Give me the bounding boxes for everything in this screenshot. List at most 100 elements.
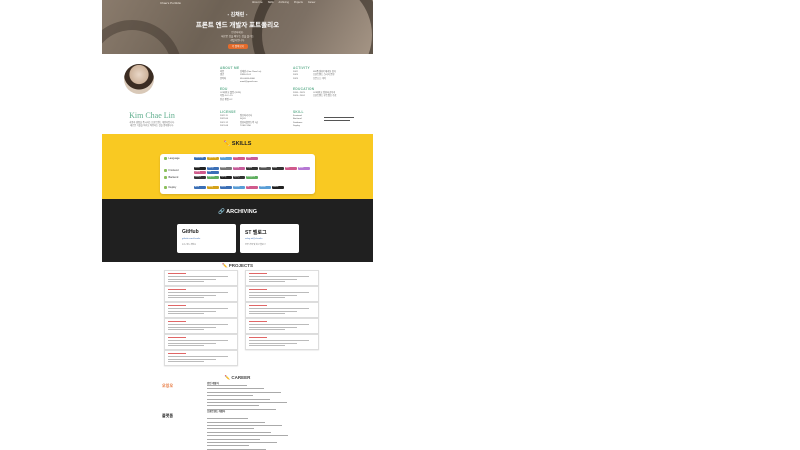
archiving-section: 🔗 ARCHIVING GitHub github.com/chaelin 소스… <box>102 199 373 262</box>
project-card-line <box>168 361 204 362</box>
skill-badge: MongoDB <box>246 176 258 179</box>
career-role: 프론트엔드 개발자 <box>207 410 226 413</box>
hero-description: 안녕하세요. 새로운 것을 배우는 것을 즐기는 개발자입니다. <box>102 31 373 43</box>
career-section: ✏️ CAREER 오잉오 플랫폼 인턴 개발자 프론트엔드 개발자 <box>102 372 373 450</box>
license-heading: LICENSE <box>220 110 236 114</box>
license-row: 2021.08 TOEIC 850 <box>220 125 258 128</box>
skill-badge: Redux <box>220 166 232 170</box>
row-key: 2021.08 <box>220 125 228 128</box>
project-card-line <box>249 276 309 277</box>
project-card-line <box>168 308 228 309</box>
project-card-heading <box>249 289 267 291</box>
about-me-list: 이름 김채린 (Kim Chae Lin) 생년 1999.01.01 연락처 010… <box>220 71 261 85</box>
skill-badge: Spring <box>220 176 232 179</box>
project-card-line <box>168 313 204 314</box>
career-detail-line <box>207 448 266 450</box>
activity-heading: ACTIVITY <box>293 66 310 70</box>
brand-link[interactable]: Chae's Portfolio <box>160 1 181 5</box>
license-list: 2022.11 정보처리기사 2022.06 SQLD 2021.12 컴퓨터활용능력… <box>220 115 258 129</box>
skill-badge: Node.js <box>194 176 206 179</box>
career-detail-line <box>207 438 260 440</box>
top-nav: About me Skills Archiving Projects Caree… <box>252 1 316 4</box>
skill-row: Backend Node.js Express Spring MySQL MongoDB <box>164 176 314 179</box>
profile-intro: 사용자 경험을 중시하는 프론트엔드 개발자입니다. 새로운 기술을 익히고 적… <box>116 122 188 128</box>
career-detail-line <box>207 435 288 436</box>
project-card-line <box>249 324 309 325</box>
skill-badge: Sass <box>272 166 284 170</box>
skill-badge: Vercel <box>220 185 232 189</box>
project-card-line <box>168 276 228 277</box>
career-detail-line <box>207 402 287 403</box>
skill-badge: GitHub <box>259 185 271 189</box>
career-detail-line <box>207 425 282 426</box>
nav-item-skills[interactable]: Skills <box>268 1 274 4</box>
project-card-heading <box>168 305 186 307</box>
hero-tagline: - 김채린 - <box>227 12 248 18</box>
project-card[interactable] <box>164 302 238 318</box>
edu-heading: EDU <box>220 87 228 91</box>
project-card-line <box>249 329 285 330</box>
blog-card[interactable]: ST 벨로그 velog.io/@chaelin 공부 기록 및 회고 블로그 <box>240 224 299 253</box>
blog-url[interactable]: velog.io/@chaelin <box>245 238 262 240</box>
portfolio-page: Chae's Portfolio About me Skills Archivi… <box>102 0 373 450</box>
project-card-line <box>249 313 285 314</box>
project-card-line <box>249 342 297 344</box>
skill-category-label: Backend <box>168 176 179 179</box>
project-card[interactable] <box>164 286 238 302</box>
skill-badge: Vite <box>207 170 219 174</box>
career-detail-line <box>207 405 259 407</box>
project-card[interactable] <box>245 286 319 302</box>
intro-line: 새로운 기술을 익히고 적용하는 것을 좋아합니다. <box>130 125 174 127</box>
education-heading: EDUCATION <box>293 87 315 91</box>
project-card[interactable] <box>164 350 238 366</box>
edu-list: OO대학교 졸업 (2023) 학점 4.0 / 4.5 전공 평점 4.2 <box>220 92 241 102</box>
skill-badge: HTML <box>220 157 232 160</box>
skill-list: Frontend Backend Database Deploy <box>293 115 302 129</box>
project-card[interactable] <box>164 334 238 350</box>
project-card[interactable] <box>245 270 319 286</box>
project-card-line <box>168 340 228 341</box>
hero-title: 프론트 엔드 개발자 포트폴리오 <box>195 22 280 29</box>
edu-row: 전공 평점 4.2 <box>220 98 233 101</box>
skill-category-icon <box>164 168 167 172</box>
skill-row: Frontend React Next.js Redux Recoil Styled Tai… <box>164 166 314 174</box>
project-card-heading <box>168 321 186 323</box>
skill-row: Language JavaScript TypeScript HTML CSS Java <box>164 157 314 160</box>
project-card-line <box>168 342 216 344</box>
archiving-title: 🔗 ARCHIVING <box>217 209 258 215</box>
row-value: 1999.01.01 <box>240 74 251 77</box>
nav-item-career[interactable]: Career <box>308 1 316 4</box>
more-button[interactable]: 더 알아보기 <box>228 44 248 49</box>
career-detail-line <box>207 388 264 390</box>
project-card-heading <box>249 321 267 323</box>
github-card[interactable]: GitHub github.com/chaelin 소스 코드 저장소 <box>177 224 236 253</box>
nav-item-about[interactable]: About me <box>252 1 263 4</box>
activity-row: 2023 오픈소스 기여 <box>293 78 336 81</box>
nav-item-projects[interactable]: Projects <box>294 1 303 4</box>
github-url[interactable]: github.com/chaelin <box>182 238 200 240</box>
project-card[interactable] <box>245 302 319 318</box>
project-card-line <box>168 278 216 280</box>
career-detail-line <box>207 395 253 396</box>
avatar <box>124 64 154 94</box>
row-value: 정보처리기사 <box>240 115 253 117</box>
blog-logo: ST 벨로그 <box>245 230 267 236</box>
about-me-row: email@gmail.com <box>220 81 261 84</box>
projects-section: ✏️ PROJECTS <box>102 262 373 372</box>
skill-category-label: Language <box>168 157 180 160</box>
project-card-line <box>249 281 285 282</box>
skill-category-label: Deploy <box>168 185 177 189</box>
project-card-line <box>249 308 309 309</box>
row-key: 2023 <box>293 77 298 80</box>
skill-badge: AWS <box>194 185 206 189</box>
career-detail-line <box>207 391 281 393</box>
project-card[interactable] <box>245 318 319 334</box>
project-card[interactable] <box>245 334 319 350</box>
hero-desc-line: 개발자입니다. <box>230 39 245 42</box>
project-card-line <box>168 356 228 357</box>
project-card[interactable] <box>164 270 238 286</box>
skill-badge: Java <box>246 157 258 160</box>
nav-item-archiving[interactable]: Archiving <box>279 1 289 4</box>
project-card[interactable] <box>164 318 238 334</box>
skill-badge: React <box>194 166 206 170</box>
